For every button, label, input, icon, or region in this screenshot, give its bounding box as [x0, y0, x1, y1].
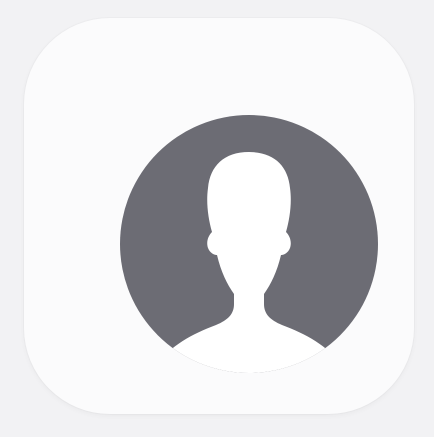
contacts-app-icon[interactable] [24, 18, 414, 414]
default-avatar-icon [120, 112, 378, 376]
avatar-svg [120, 115, 378, 373]
